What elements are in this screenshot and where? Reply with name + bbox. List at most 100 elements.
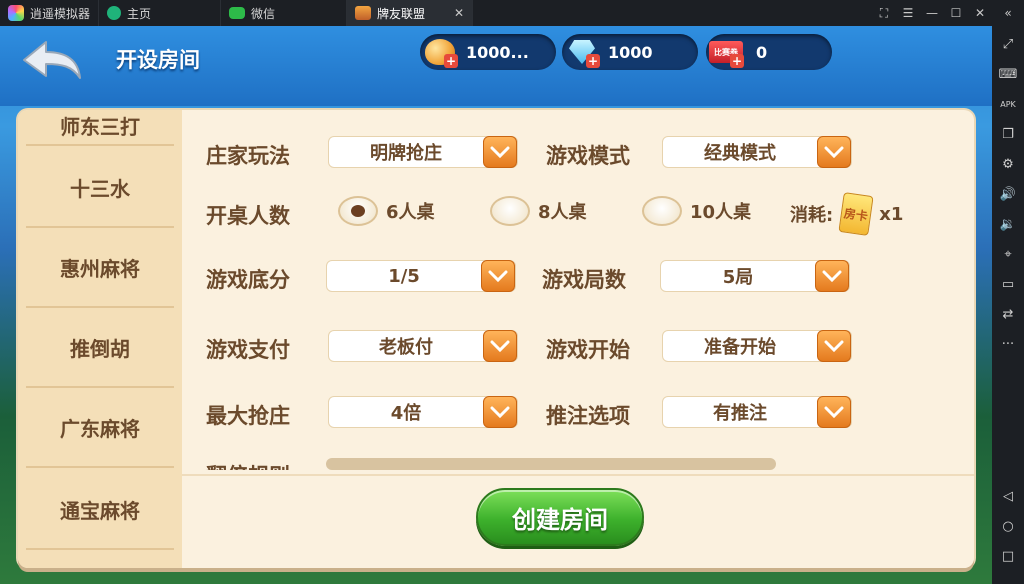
chevron-down-icon[interactable] xyxy=(483,396,517,428)
plus-icon: + xyxy=(730,54,744,68)
home-icon xyxy=(107,6,122,20)
expand-icon[interactable]: ⤢ xyxy=(996,32,1020,56)
players-option-label: 10人桌 xyxy=(690,202,752,223)
create-room-panel: 师东三打 十三水 惠州麻将 推倒胡 广东麻将 通宝麻将 庄家玩法 明牌抢庄 游戏… xyxy=(18,110,974,568)
banker-value: 明牌抢庄 xyxy=(370,143,442,164)
mode-dropdown[interactable]: 经典模式 xyxy=(662,136,852,168)
chevron-down-icon[interactable] xyxy=(817,330,851,362)
players-option-6[interactable]: 6人桌 xyxy=(338,196,435,226)
tab-wechat-label: 微信 xyxy=(251,6,276,21)
home-circle-icon[interactable]: ○ xyxy=(996,514,1020,538)
start-dropdown[interactable]: 准备开始 xyxy=(662,330,852,362)
keyboard-icon[interactable]: ⌨ xyxy=(996,62,1020,86)
game-item[interactable]: 十三水 xyxy=(26,148,174,228)
gold-add-button[interactable]: + xyxy=(420,34,460,70)
double-rule-label: 翻倍规则 xyxy=(206,460,290,470)
game-item[interactable]: 师东三打 xyxy=(26,110,174,146)
payment-dropdown[interactable]: 老板付 xyxy=(328,330,518,362)
mode-label: 游戏模式 xyxy=(546,144,630,168)
players-label: 开桌人数 xyxy=(206,204,290,228)
chevron-down-icon[interactable] xyxy=(817,396,851,428)
chevron-down-icon[interactable] xyxy=(483,136,517,168)
gold-balance[interactable]: + 1000... xyxy=(420,34,556,70)
radio-empty-icon xyxy=(642,196,682,226)
tab-game-label: 牌友联盟 xyxy=(377,6,426,21)
close-icon[interactable]: ✕ xyxy=(968,0,992,26)
diamond-amount: 1000 xyxy=(608,42,653,62)
plus-icon: + xyxy=(586,54,600,68)
multi-window-icon[interactable]: ❐ xyxy=(996,122,1020,146)
recent-apps-icon[interactable]: □ xyxy=(996,544,1020,568)
players-option-label: 8人桌 xyxy=(538,202,587,223)
emulator-sidebar: ⤢ ⌨ APK ❐ ⚙ 🔊 🔉 ⌖ ▭ ⇄ ··· ◁ ○ □ xyxy=(992,26,1024,584)
chevron-down-icon[interactable] xyxy=(481,260,515,292)
double-rule-option-bar[interactable] xyxy=(326,458,776,470)
players-option-8[interactable]: 8人桌 xyxy=(490,196,587,226)
sync-icon[interactable]: ⇄ xyxy=(996,302,1020,326)
tab-emulator-label: 逍遥模拟器 xyxy=(30,6,91,21)
menu-icon[interactable]: ☰ xyxy=(896,0,920,26)
settings-icon[interactable]: ⚙ xyxy=(996,152,1020,176)
start-value: 准备开始 xyxy=(704,337,776,358)
volume-up-icon[interactable]: 🔊 xyxy=(996,182,1020,206)
tab-wechat[interactable]: 微信 xyxy=(221,0,348,26)
emulator-titlebar: 逍遥模拟器 主页 微信 牌友联盟 ✕ ⛶ ☰ — ☐ ✕ « xyxy=(0,0,1024,26)
game-item[interactable]: 广东麻将 xyxy=(26,388,174,468)
tab-home[interactable]: 主页 xyxy=(99,0,222,26)
tab-game[interactable]: 牌友联盟 ✕ xyxy=(347,0,474,26)
settings-area: 庄家玩法 明牌抢庄 游戏模式 经典模式 开桌人数 6人桌 8人桌 10人桌 消耗… xyxy=(182,110,974,470)
mode-value: 经典模式 xyxy=(704,143,776,164)
apk-icon[interactable]: APK xyxy=(996,92,1020,116)
rounds-label: 游戏局数 xyxy=(542,268,626,292)
max-grab-label: 最大抢庄 xyxy=(206,404,290,428)
payment-value: 老板付 xyxy=(379,337,433,358)
radio-selected-icon xyxy=(338,196,378,226)
page-title: 开设房间 xyxy=(116,48,200,72)
gold-amount: 1000... xyxy=(466,42,529,62)
game-icon xyxy=(355,6,372,20)
players-option-10[interactable]: 10人桌 xyxy=(642,196,751,226)
game-item[interactable]: 通宝麻将 xyxy=(26,470,174,550)
collapse-sidebar-icon[interactable]: « xyxy=(992,0,1024,26)
ticket-balance[interactable]: 比赛券 + 0 xyxy=(706,34,832,70)
game-viewport: 开设房间 + 1000... + 1000 比赛券 + 0 师东三打 十三水 惠… xyxy=(0,26,992,584)
bet-option-value: 有推注 xyxy=(713,403,767,424)
more-icon[interactable]: ··· xyxy=(996,332,1020,356)
folder-icon[interactable]: ▭ xyxy=(996,272,1020,296)
game-item[interactable]: 推倒胡 xyxy=(26,308,174,388)
top-bar: 开设房间 + 1000... + 1000 比赛券 + 0 xyxy=(0,26,992,106)
base-score-value: 1/5 xyxy=(388,265,420,287)
back-icon[interactable]: ◁ xyxy=(996,484,1020,508)
radio-empty-icon xyxy=(490,196,530,226)
tab-emulator[interactable]: 逍遥模拟器 xyxy=(0,0,100,26)
back-button[interactable] xyxy=(20,38,84,82)
minimize-icon[interactable]: — xyxy=(920,0,944,26)
diamond-add-button[interactable]: + xyxy=(562,34,602,70)
banker-dropdown[interactable]: 明牌抢庄 xyxy=(328,136,518,168)
plus-icon: + xyxy=(444,54,458,68)
base-score-label: 游戏底分 xyxy=(206,268,290,292)
chevron-down-icon[interactable] xyxy=(815,260,849,292)
rounds-dropdown[interactable]: 5局 xyxy=(660,260,850,292)
consume-label: 消耗: xyxy=(790,205,834,226)
players-option-label: 6人桌 xyxy=(386,202,435,223)
diamond-balance[interactable]: + 1000 xyxy=(562,34,698,70)
volume-down-icon[interactable]: 🔉 xyxy=(996,212,1020,236)
ticket-amount: 0 xyxy=(756,42,768,62)
wechat-icon xyxy=(229,7,246,19)
max-grab-dropdown[interactable]: 4倍 xyxy=(328,396,518,428)
chevron-down-icon[interactable] xyxy=(817,136,851,168)
chevron-down-icon[interactable] xyxy=(483,330,517,362)
game-list[interactable]: 师东三打 十三水 惠州麻将 推倒胡 广东麻将 通宝麻将 xyxy=(18,110,182,568)
create-room-button[interactable]: 创建房间 xyxy=(476,488,644,546)
game-item[interactable]: 惠州麻将 xyxy=(26,228,174,308)
bet-option-dropdown[interactable]: 有推注 xyxy=(662,396,852,428)
tab-close-icon[interactable]: ✕ xyxy=(454,6,464,20)
maximize-icon[interactable]: ☐ xyxy=(944,0,968,26)
tab-home-label: 主页 xyxy=(127,6,152,21)
ticket-add-button[interactable]: 比赛券 + xyxy=(706,34,746,70)
base-score-dropdown[interactable]: 1/5 xyxy=(326,260,516,292)
banker-label: 庄家玩法 xyxy=(206,144,290,168)
fullscreen-icon[interactable]: ⛶ xyxy=(872,0,896,26)
location-icon[interactable]: ⌖ xyxy=(996,242,1020,266)
